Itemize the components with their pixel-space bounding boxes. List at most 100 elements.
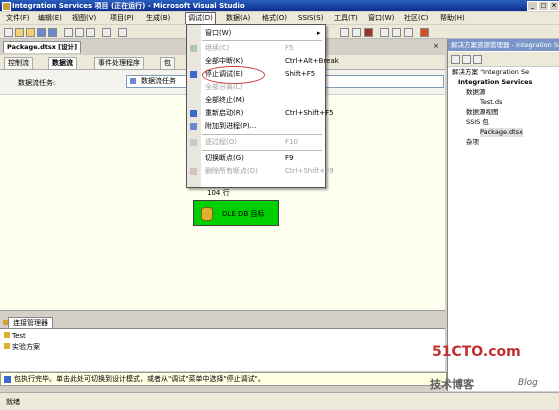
open-file-icon[interactable] xyxy=(26,28,35,37)
maximize-button[interactable]: □ xyxy=(538,1,549,11)
row-count-label: 104 行 xyxy=(207,189,230,197)
solution-explorer-toolbar xyxy=(448,52,559,67)
tab-control-flow[interactable]: 控制流 xyxy=(4,57,33,69)
menu-tools[interactable]: 工具(T) xyxy=(332,13,360,23)
task-label: OLE DB 目标 xyxy=(222,210,265,218)
restart-icon xyxy=(190,110,197,117)
ole-db-destination-task[interactable]: OLE DB 目标 xyxy=(193,200,279,226)
step-over-icon xyxy=(190,139,197,146)
task-selector-dropdown-extension[interactable] xyxy=(324,75,444,88)
tree-node-package-dtsx[interactable]: Package.dtsx xyxy=(480,128,523,137)
info-icon xyxy=(4,375,11,383)
connection-tab-icon xyxy=(3,320,8,325)
menu-item-restart[interactable]: 重新启动(R) Ctrl+Shift+F5 xyxy=(187,107,334,119)
tree-node-data-sources[interactable]: 数据源 xyxy=(466,88,486,97)
menu-item-terminate-all[interactable]: 全部终止(M) xyxy=(187,94,325,106)
properties-icon[interactable] xyxy=(451,55,460,64)
menu-item-break-all[interactable]: 全部中断(K) Ctrl+Alt+Break xyxy=(187,55,339,67)
execution-status-text: 包执行完毕。单击此处可切换到设计模式，或者从"调试"菜单中选择"停止调试"。 xyxy=(14,375,265,383)
tree-node-solution[interactable]: 解决方案 "Integration Se xyxy=(452,68,529,77)
watermark-site: 51CTO.com xyxy=(432,344,521,360)
menu-bar: 文件(F) 编辑(E) 视图(V) 项目(P) 生成(B) 调试(D) 数据(A… xyxy=(0,12,559,24)
connection-item[interactable]: 实验方案 xyxy=(4,342,40,352)
connection-name: 实验方案 xyxy=(12,343,40,351)
redo-icon[interactable] xyxy=(118,28,127,37)
menu-help[interactable]: 帮助(H) xyxy=(438,13,467,23)
menu-view[interactable]: 视图(V) xyxy=(70,13,98,23)
status-bar: 就绪 xyxy=(0,392,559,410)
undo-icon[interactable] xyxy=(102,28,111,37)
menu-build[interactable]: 生成(B) xyxy=(144,13,172,23)
menu-window[interactable]: 窗口(W) xyxy=(366,13,396,23)
new-project-icon[interactable] xyxy=(4,28,13,37)
tab-event-handlers[interactable]: 事件处理程序 xyxy=(94,57,144,69)
attach-process-icon xyxy=(190,123,197,130)
tree-node-misc[interactable]: 杂项 xyxy=(466,138,479,147)
menu-separator xyxy=(202,40,322,41)
minimize-button[interactable]: _ xyxy=(527,1,538,11)
connection-managers-panel: Test 实验方案 xyxy=(0,328,445,371)
view-designer-icon[interactable] xyxy=(473,55,482,64)
status-ready: 就绪 xyxy=(6,398,20,406)
window-title: Integration Services 项目 (正在运行) - Microso… xyxy=(12,2,245,10)
copy-icon[interactable] xyxy=(75,28,84,37)
solution-explorer: 解决方案资源管理器 - Integration Services 项目 解决方案… xyxy=(447,39,559,391)
cut-icon[interactable] xyxy=(64,28,73,37)
menu-item-continue[interactable]: 继续(C) F5 xyxy=(187,42,325,54)
data-flow-task-icon xyxy=(130,78,136,84)
tree-node-ssis-packages[interactable]: SSIS 包 xyxy=(466,118,489,127)
tab-package-explorer[interactable]: 包 xyxy=(160,57,175,69)
add-item-icon[interactable] xyxy=(15,28,24,37)
menu-edit[interactable]: 编辑(E) xyxy=(36,13,64,23)
menu-item-delete-all-breakpoints[interactable]: 删除所有断点(D) Ctrl+Shift+F9 xyxy=(187,165,334,177)
menu-project[interactable]: 项目(P) xyxy=(108,13,136,23)
execution-status-strip[interactable]: 包执行完毕。单击此处可切换到设计模式，或者从"调试"菜单中选择"停止调试"。 xyxy=(0,372,447,386)
tree-node-project[interactable]: Integration Services xyxy=(458,78,532,87)
close-button[interactable]: × xyxy=(549,1,559,11)
app-icon xyxy=(2,2,11,11)
connection-name: Test xyxy=(12,332,26,340)
close-document-icon[interactable]: × xyxy=(433,42,439,50)
menu-format[interactable]: 格式(O) xyxy=(260,13,289,23)
menu-debug[interactable]: 调试(D) xyxy=(185,12,216,24)
show-all-files-icon[interactable] xyxy=(462,55,471,64)
connection-icon xyxy=(4,343,10,349)
options-icon[interactable] xyxy=(420,28,429,37)
menu-data[interactable]: 数据(A) xyxy=(224,13,252,23)
menu-item-windows[interactable]: 窗口(W) ▸ xyxy=(187,27,325,39)
task-selector-label: 数据流任务: xyxy=(18,79,56,87)
continue-icon[interactable] xyxy=(340,28,349,37)
step-out-icon[interactable] xyxy=(404,28,413,37)
solution-explorer-title: 解决方案资源管理器 - Integration Services 项目 xyxy=(448,39,559,51)
stop-icon[interactable] xyxy=(364,28,373,37)
menu-separator xyxy=(202,150,322,151)
paste-icon[interactable] xyxy=(86,28,95,37)
save-icon[interactable] xyxy=(37,28,46,37)
menu-item-toggle-breakpoint[interactable]: 切换断点(G) F9 xyxy=(187,152,325,164)
submenu-arrow-icon: ▸ xyxy=(317,29,321,37)
menu-item-step-over[interactable]: 逐过程(O) F10 xyxy=(187,136,325,148)
menu-ssis[interactable]: SSIS(S) xyxy=(296,13,325,23)
step-over-icon[interactable] xyxy=(392,28,401,37)
stop-debugging-icon xyxy=(190,71,197,78)
menu-item-detach-all[interactable]: 全部分离(L) xyxy=(187,81,325,93)
tree-node-test-ds[interactable]: Test.ds xyxy=(480,98,502,107)
connection-tab-label: 连接管理器 xyxy=(13,319,48,327)
menu-community[interactable]: 社区(C) xyxy=(402,13,430,23)
save-all-icon[interactable] xyxy=(48,28,57,37)
connection-item[interactable]: Test xyxy=(4,332,26,340)
menu-item-attach-to-process[interactable]: 附加到进程(P)... xyxy=(187,120,325,132)
tab-package-design[interactable]: Package.dtsx [设计] xyxy=(3,41,82,53)
title-bar: Integration Services 项目 (正在运行) - Microso… xyxy=(0,0,559,11)
menu-separator xyxy=(202,134,322,135)
debug-menu: 窗口(W) ▸ 继续(C) F5 全部中断(K) Ctrl+Alt+Break … xyxy=(186,24,339,188)
task-selector-value: 数据流任务 xyxy=(141,77,176,85)
break-all-icon[interactable] xyxy=(352,28,361,37)
splitter[interactable] xyxy=(0,310,445,317)
step-into-icon[interactable] xyxy=(380,28,389,37)
watermark-blog-cn: 技术博客 xyxy=(430,378,474,391)
tab-data-flow[interactable]: 数据流 xyxy=(48,57,77,69)
delete-breakpoints-icon xyxy=(190,168,197,175)
menu-file[interactable]: 文件(F) xyxy=(4,13,32,23)
tree-node-data-source-views[interactable]: 数据源视图 xyxy=(466,108,499,117)
